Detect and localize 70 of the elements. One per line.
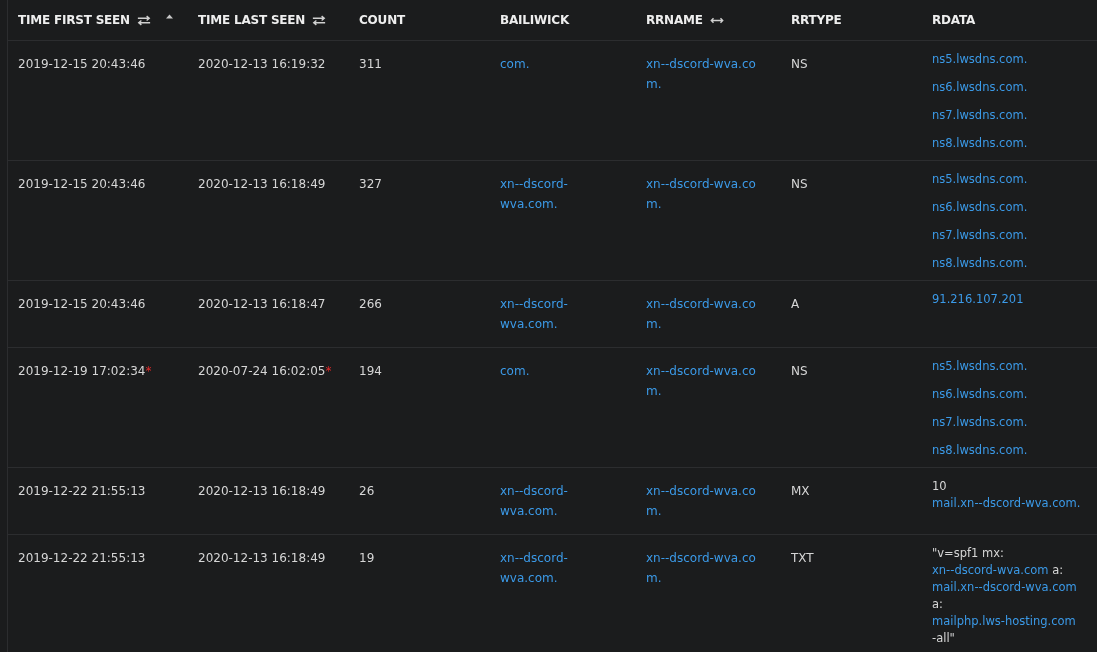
table-cell: 2020-12-13 16:18:49 — [198, 484, 326, 498]
rdata-link[interactable]: mail.xn--dscord-wva.com. — [932, 495, 1081, 512]
table-cell: 2019-12-22 21:55:13 — [18, 484, 146, 498]
rdata-link[interactable]: mailphp.lws-hosting.com — [932, 613, 1076, 630]
rdata-link[interactable]: ns6.lwsdns.com. — [932, 79, 1028, 96]
rdata-link[interactable]: ns7.lwsdns.com. — [932, 107, 1028, 124]
domain-link[interactable]: xn--dscord-wva.com. — [646, 294, 768, 334]
swap-arrows-icon[interactable] — [312, 14, 327, 26]
swap-arrows-icon[interactable] — [136, 14, 151, 26]
rdata-link[interactable]: ns5.lwsdns.com. — [932, 358, 1028, 375]
rdata-link[interactable]: ns5.lwsdns.com. — [932, 51, 1028, 68]
column-header[interactable]: RRTYPE — [791, 13, 842, 27]
rdata-link[interactable]: ns8.lwsdns.com. — [932, 255, 1028, 272]
rdata-link[interactable]: 91.216.107.201 — [932, 291, 1024, 308]
domain-link[interactable]: xn--dscord-wva.com. — [500, 174, 585, 214]
table-cell: 2019-12-22 21:55:13 — [18, 551, 146, 565]
table-cell: 19 — [359, 551, 375, 565]
domain-link[interactable]: com. — [500, 361, 530, 381]
rdata-text: "v=spf1 mx: — [932, 545, 1004, 562]
domain-link[interactable]: xn--dscord-wva.com. — [646, 481, 768, 521]
domain-link[interactable]: xn--dscord-wva.com. — [500, 548, 585, 588]
table-cell: 2020-12-13 16:19:32 — [198, 57, 326, 71]
table-cell: NS — [791, 177, 808, 191]
rdata-link[interactable]: ns6.lwsdns.com. — [932, 386, 1028, 403]
column-header[interactable]: RRNAME — [646, 13, 703, 27]
table-cell: 2020-07-24 16:02:05 — [198, 364, 326, 378]
domain-link[interactable]: xn--dscord-wva.com. — [646, 361, 768, 401]
table-cell: 266 — [359, 297, 382, 311]
domain-link[interactable]: xn--dscord-wva.com. — [500, 481, 585, 521]
table-cell: 2020-12-13 16:18:47 — [198, 297, 326, 311]
table-cell: 2020-12-13 16:18:49 — [198, 177, 326, 191]
rdata-link[interactable]: ns8.lwsdns.com. — [932, 135, 1028, 152]
domain-link[interactable]: xn--dscord-wva.com. — [646, 174, 768, 214]
table-cell: MX — [791, 484, 810, 498]
table-cell: A — [791, 297, 800, 311]
domain-link[interactable]: xn--dscord-wva.com. — [500, 294, 585, 334]
column-header[interactable]: TIME FIRST SEEN — [18, 13, 130, 27]
column-header[interactable]: TIME LAST SEEN — [198, 13, 306, 27]
table-cell: TXT — [791, 551, 814, 565]
column-header[interactable]: BAILIWICK — [500, 13, 570, 27]
table-cell: 2019-12-15 20:43:46 — [18, 297, 146, 311]
rdata-link[interactable]: ns8.lwsdns.com. — [932, 442, 1028, 459]
table-cell: 194 — [359, 364, 382, 378]
table-cell: 2019-12-19 17:02:34 — [18, 364, 146, 378]
rdata-link[interactable]: ns6.lwsdns.com. — [932, 199, 1028, 216]
rdata-text: -all" — [932, 630, 955, 647]
column-header[interactable]: RDATA — [932, 13, 976, 27]
table-cell: 2019-12-15 20:43:46 — [18, 57, 146, 71]
table-cell: 2020-12-13 16:18:49 — [198, 551, 326, 565]
rdata-link[interactable]: ns7.lwsdns.com. — [932, 227, 1028, 244]
rdata-text: a: — [1052, 562, 1064, 579]
table-cell: 311 — [359, 57, 382, 71]
table-cell: NS — [791, 57, 808, 71]
table-cell: 327 — [359, 177, 382, 191]
domain-link[interactable]: xn--dscord-wva.com. — [646, 548, 768, 588]
column-header[interactable]: COUNT — [359, 13, 405, 27]
sort-caret-icon[interactable] — [165, 13, 173, 19]
domain-link[interactable]: com. — [500, 54, 530, 74]
asterisk-marker: * — [325, 364, 332, 378]
table-cell: 2019-12-15 20:43:46 — [18, 177, 146, 191]
rdata-link[interactable]: ns7.lwsdns.com. — [932, 414, 1028, 431]
rdata-text: 10 — [932, 478, 947, 495]
domain-link[interactable]: xn--dscord-wva.com. — [646, 54, 768, 94]
rdata-link[interactable]: xn--dscord-wva.com — [932, 562, 1049, 579]
table-cell: NS — [791, 364, 808, 378]
rdata-link[interactable]: mail.xn--dscord-wva.com — [932, 579, 1077, 596]
table-cell: 26 — [359, 484, 375, 498]
rdata-text: a: — [932, 596, 943, 613]
rdata-link[interactable]: ns5.lwsdns.com. — [932, 171, 1028, 188]
asterisk-marker: * — [145, 364, 152, 378]
